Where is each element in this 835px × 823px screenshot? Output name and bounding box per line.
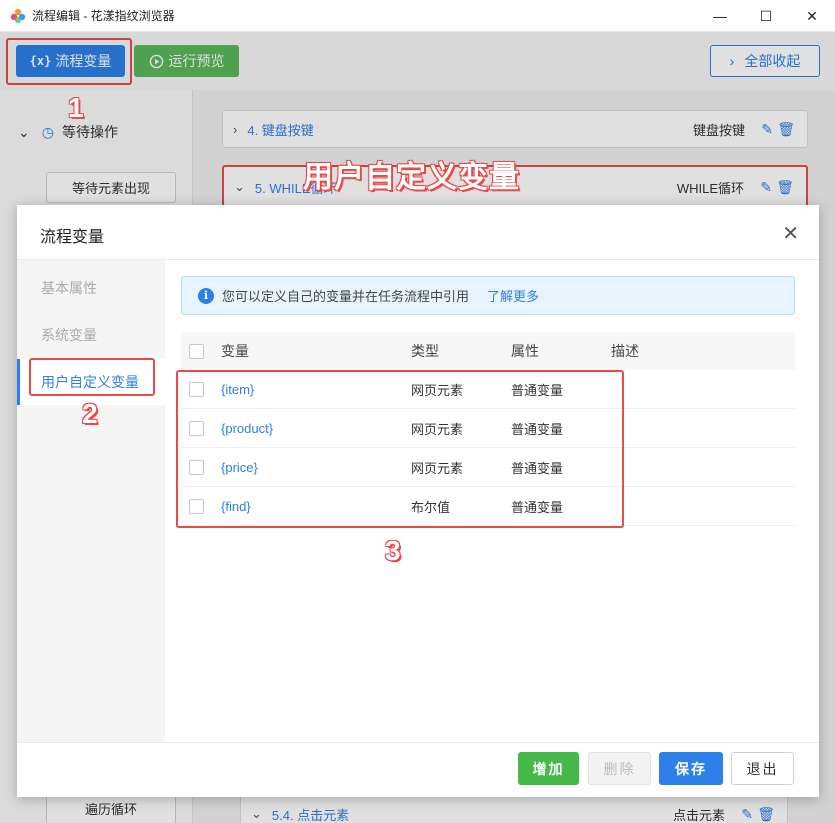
close-icon[interactable]: ✕ — [782, 221, 799, 246]
dialog-header: 流程变量 ✕ — [17, 205, 819, 260]
column-header-attribute: 属性 — [511, 343, 539, 359]
annotation-number-2: 2 — [82, 398, 98, 429]
column-header-type: 类型 — [411, 343, 439, 359]
app-logo-icon — [10, 8, 26, 23]
dialog-nav: 基本属性 系统变量 用户自定义变量 — [17, 260, 165, 742]
add-button[interactable]: 增加 — [518, 752, 579, 785]
dialog-title: 流程变量 — [40, 229, 105, 246]
annotation-number-3: 3 — [385, 535, 401, 566]
nav-system-variables[interactable]: 系统变量 — [17, 312, 165, 358]
title-bar: 流程编辑 - 花漾指纹浏览器 — ☐ ✕ — [0, 0, 835, 32]
window-title: 流程编辑 - 花漾指纹浏览器 — [32, 9, 175, 23]
learn-more-link[interactable]: 了解更多 — [487, 286, 539, 305]
annotation-title: 用户自定义变量 — [303, 161, 520, 194]
dialog-footer: 增加 删除 保存 退出 — [17, 742, 819, 797]
maximize-button[interactable]: ☐ — [743, 0, 789, 32]
exit-button[interactable]: 退出 — [731, 752, 794, 785]
nav-basic-properties[interactable]: 基本属性 — [17, 265, 165, 311]
column-header-variable: 变量 — [221, 343, 249, 359]
info-text: 您可以定义自己的变量并在任务流程中引用 — [222, 289, 470, 304]
select-all-checkbox[interactable] — [189, 343, 204, 359]
annotation-box-2 — [29, 358, 155, 396]
minimize-button[interactable]: — — [697, 0, 743, 32]
column-header-description: 描述 — [611, 343, 639, 359]
annotation-box-3 — [176, 370, 624, 528]
info-banner: i 您可以定义自己的变量并在任务流程中引用 了解更多 — [181, 276, 795, 315]
delete-button[interactable]: 删除 — [588, 752, 651, 785]
save-button[interactable]: 保存 — [659, 752, 723, 785]
annotation-number-1: 1 — [68, 92, 84, 123]
close-window-button[interactable]: ✕ — [789, 0, 835, 32]
table-header: 变量 类型 属性 描述 — [181, 332, 795, 370]
info-icon: i — [198, 287, 214, 304]
